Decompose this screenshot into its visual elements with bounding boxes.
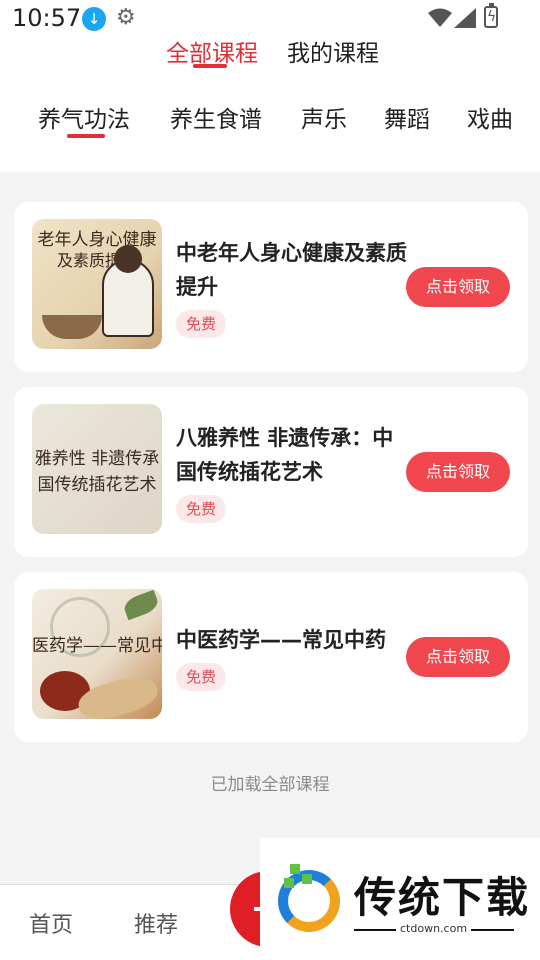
category-tab-indicator xyxy=(67,134,105,138)
tab-all-courses[interactable]: 全部课程 xyxy=(166,34,258,68)
root-illustration xyxy=(75,671,161,719)
free-badge: 免费 xyxy=(176,310,226,338)
category-tab-dance[interactable]: 舞蹈 xyxy=(384,100,430,134)
watermark-logo-icon xyxy=(270,862,348,936)
course-thumbnail: 老年人身心健康 及素质提升 xyxy=(32,219,162,349)
watermark: 传统下载 ctdown.com xyxy=(260,838,540,960)
gear-icon: ⚙ xyxy=(116,5,136,30)
free-badge: 免费 xyxy=(176,663,226,691)
watermark-brand: 传统下载 xyxy=(354,873,531,922)
course-title: 中老年人身心健康及素质提升 xyxy=(176,241,407,299)
logo-pixel xyxy=(290,864,300,874)
main-tab-bar: 全部课程 我的课程 xyxy=(0,30,540,74)
watermark-url: ctdown.com xyxy=(396,922,472,935)
tab-my-courses[interactable]: 我的课程 xyxy=(287,34,379,68)
wifi-icon xyxy=(428,8,452,27)
signal-icon xyxy=(454,8,476,28)
leaf-illustration xyxy=(121,589,161,621)
all-loaded-message: 已加载全部课程 xyxy=(210,775,330,795)
course-title: 中医药学——常见中药 xyxy=(176,628,386,652)
course-thumbnail: 医药学——常见中 xyxy=(32,589,162,719)
person-head-illustration xyxy=(114,245,142,273)
course-card[interactable]: 老年人身心健康 及素质提升 中老年人身心健康及素质提升 免费 点击领取 xyxy=(14,202,528,372)
claim-button[interactable]: 点击领取 xyxy=(406,637,510,677)
claim-button[interactable]: 点击领取 xyxy=(406,267,510,307)
category-tab-opera[interactable]: 戏曲 xyxy=(467,100,513,134)
bowl-illustration xyxy=(42,315,102,339)
battery-charging-icon: ϟ xyxy=(484,3,498,28)
logo-pixel xyxy=(284,878,294,888)
nav-home[interactable]: 首页 xyxy=(29,907,73,939)
course-thumbnail: 雅养性 非遗传承 国传统插花艺术 xyxy=(32,404,162,534)
logo-pixel xyxy=(302,874,312,884)
thumbnail-caption: 医药学——常见中 xyxy=(32,636,162,656)
free-badge: 免费 xyxy=(176,495,226,523)
course-card[interactable]: 雅养性 非遗传承 国传统插花艺术 八雅养性 非遗传承：中国传统插花艺术 免费 点… xyxy=(14,387,528,557)
course-card[interactable]: 医药学——常见中 中医药学——常见中药 免费 点击领取 xyxy=(14,572,528,742)
download-icon: ↓ xyxy=(82,7,106,31)
top-header: 10:57 ↓ ⚙ ϟ 全部课程 我的课程 养气功法 养生食谱 声乐 舞蹈 戏曲 xyxy=(0,0,540,172)
status-time: 10:57 xyxy=(12,4,82,32)
category-tab-qigong[interactable]: 养气功法 xyxy=(38,100,130,134)
course-title: 八雅养性 非遗传承：中国传统插花艺术 xyxy=(176,426,394,484)
thumbnail-caption: 雅养性 非遗传承 xyxy=(34,449,160,469)
main-tab-indicator xyxy=(193,64,227,68)
category-tab-recipes[interactable]: 养生食谱 xyxy=(170,100,262,134)
claim-button[interactable]: 点击领取 xyxy=(406,452,510,492)
category-tab-vocal[interactable]: 声乐 xyxy=(301,100,347,134)
nav-recommend[interactable]: 推荐 xyxy=(134,907,178,939)
thumbnail-caption: 国传统插花艺术 xyxy=(37,475,157,495)
